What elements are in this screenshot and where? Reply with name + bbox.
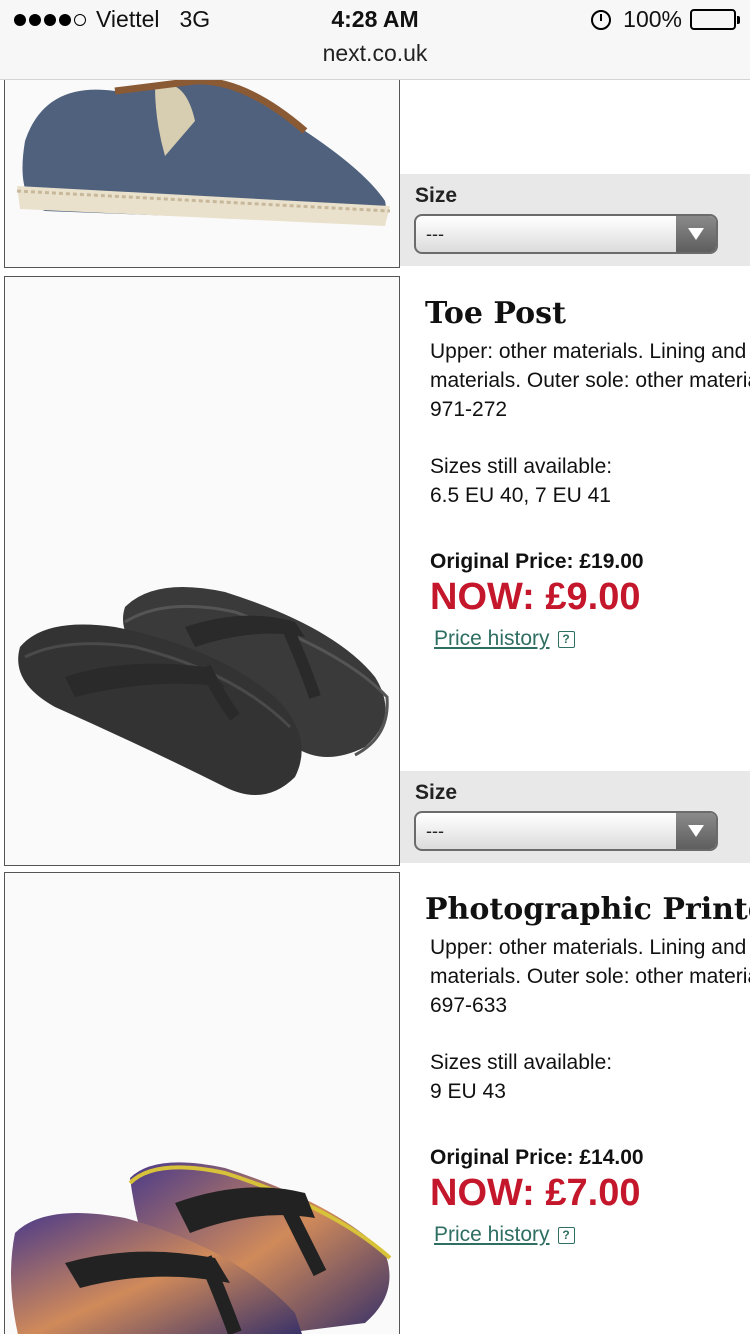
- size-selector-area: Size ---: [400, 174, 750, 266]
- status-bar: Viettel 3G 4:28 AM 100% next.co.uk: [0, 0, 750, 80]
- product-info: Photographic Printed Upper: other materi…: [425, 892, 750, 1247]
- sale-price: NOW: £9.00: [430, 576, 641, 618]
- size-select[interactable]: ---: [414, 811, 718, 851]
- sizes-available-label: Sizes still available:: [430, 455, 613, 478]
- help-icon[interactable]: ?: [557, 630, 575, 648]
- product-title[interactable]: Photographic Printed: [425, 892, 750, 927]
- sizes-available-value: 6.5 EU 40, 7 EU 41: [430, 484, 611, 507]
- sizes-available-value: 9 EU 43: [430, 1080, 506, 1103]
- url-bar[interactable]: next.co.uk: [0, 40, 750, 67]
- alarm-icon: [591, 9, 612, 30]
- price-history-link[interactable]: Price history: [434, 627, 550, 651]
- product-image[interactable]: [4, 60, 400, 268]
- price-history: Price history ?: [425, 627, 750, 651]
- size-label: Size: [415, 184, 458, 207]
- help-icon[interactable]: ?: [557, 1226, 575, 1244]
- size-selector-area: Size ---: [400, 771, 750, 863]
- size-label: Size: [415, 781, 458, 804]
- size-select-value: ---: [426, 821, 444, 841]
- product-info: Toe Post Upper: other materials. Lining …: [425, 296, 750, 651]
- product-code: 971-272: [430, 398, 508, 421]
- product-title[interactable]: Toe Post: [425, 296, 750, 331]
- black-flip-flops-icon: [18, 587, 389, 795]
- original-price: Original Price: £19.00: [430, 550, 644, 573]
- price-history-link[interactable]: Price history: [434, 1223, 550, 1247]
- product-row-1: Toe Post Upper: other materials. Lining …: [0, 276, 750, 868]
- chevron-down-icon: [676, 813, 716, 849]
- product-code: 697-633: [430, 994, 508, 1017]
- product-description: materials. Outer sole: other materials.: [430, 369, 750, 392]
- original-price: Original Price: £14.00: [430, 1146, 644, 1169]
- printed-flip-flops-icon: [11, 1162, 392, 1334]
- size-select[interactable]: ---: [414, 214, 718, 254]
- price-history: Price history ?: [425, 1223, 750, 1247]
- battery-info: 100%: [591, 6, 740, 33]
- product-row-2: Photographic Printed Upper: other materi…: [0, 872, 750, 1334]
- battery-percent: 100%: [623, 6, 682, 32]
- denim-slip-on-shoe-icon: [16, 77, 391, 226]
- product-description: Upper: other materials. Lining and: [430, 340, 747, 363]
- product-image[interactable]: [4, 872, 400, 1334]
- product-description: materials. Outer sole: other materials.: [430, 965, 750, 988]
- sizes-available-label: Sizes still available:: [430, 1051, 613, 1074]
- chevron-down-icon: [676, 216, 716, 252]
- product-description: Upper: other materials. Lining and: [430, 936, 747, 959]
- sale-price: NOW: £7.00: [430, 1172, 641, 1214]
- battery-icon: [690, 9, 740, 30]
- size-select-value: ---: [426, 224, 444, 244]
- product-image[interactable]: [4, 276, 400, 866]
